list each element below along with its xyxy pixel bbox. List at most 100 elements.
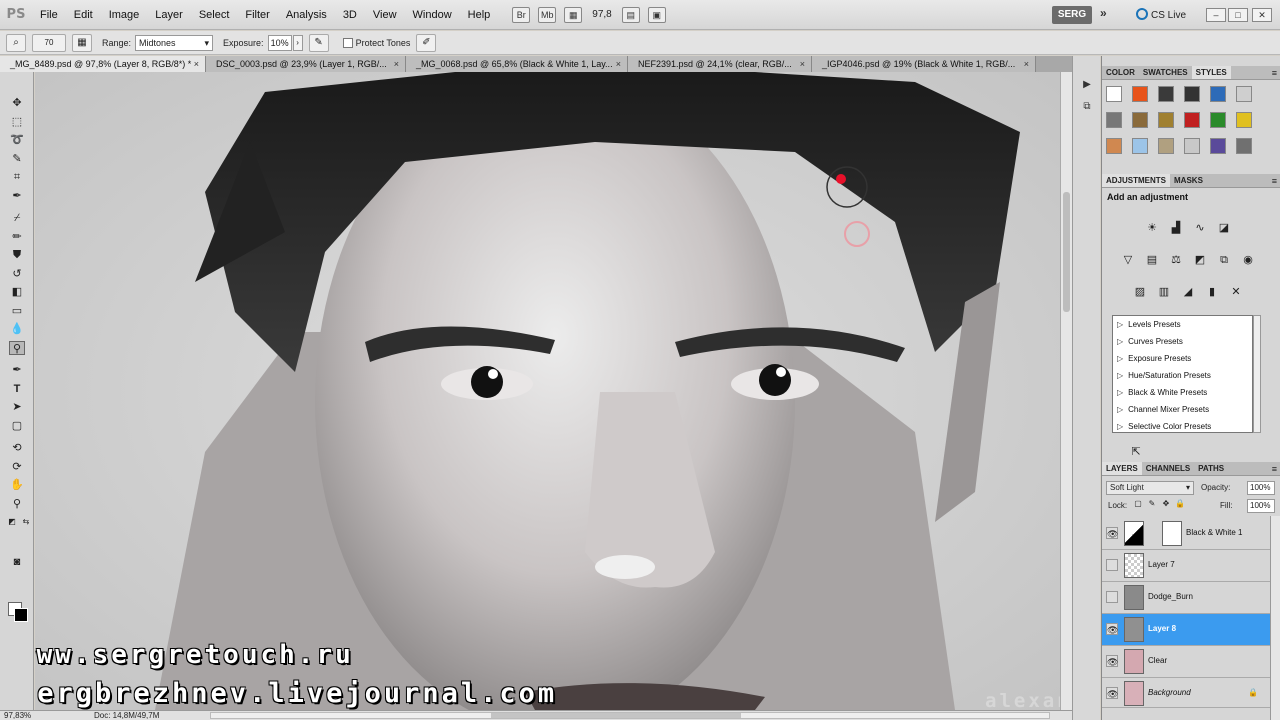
visibility-eye-icon[interactable] (1106, 591, 1118, 603)
document-tab[interactable]: _IGP4046.psd @ 19% (Black & White 1, RGB… (812, 56, 1036, 72)
range-select[interactable]: Midtones (135, 34, 214, 51)
pen-tool-icon[interactable]: ✒ (9, 363, 25, 377)
layer-row[interactable]: 👁 Clear (1102, 646, 1270, 678)
layers-scrollbar[interactable] (1270, 516, 1280, 720)
document-tab[interactable]: _MG_0068.psd @ 65,8% (Black & White 1, L… (406, 56, 628, 72)
visibility-eye-icon[interactable] (1106, 559, 1118, 571)
return-to-list-icon[interactable]: ⇱ (1128, 444, 1144, 460)
opacity-input[interactable]: 100% (1247, 481, 1275, 495)
brush-panel-icon[interactable]: ▦ (72, 33, 92, 52)
arrange-documents-icon[interactable]: ▤ (621, 6, 640, 23)
minibridge-icon[interactable]: Mb (538, 6, 557, 23)
invert-icon[interactable]: ▨ (1132, 284, 1148, 300)
dodge-tool-icon[interactable]: ⚲ (9, 341, 25, 355)
maximize-button[interactable]: □ (1228, 8, 1248, 22)
visibility-eye-icon[interactable]: 👁 (1106, 623, 1118, 635)
tab-adjustments[interactable]: ADJUSTMENTS (1102, 174, 1171, 187)
actions-panel-icon[interactable]: ⧉ (1079, 100, 1095, 114)
style-swatch[interactable] (1236, 138, 1252, 154)
close-tab-icon[interactable]: × (1024, 56, 1029, 72)
preset-channel-mixer[interactable]: Channel Mixer Presets (1117, 405, 1209, 414)
path-selection-tool-icon[interactable]: ➤ (9, 400, 25, 414)
preset-levels[interactable]: Levels Presets (1117, 320, 1180, 329)
tab-masks[interactable]: MASKS (1170, 174, 1207, 187)
photo-filter-icon[interactable]: ⧉ (1216, 252, 1232, 268)
gradient-tool-icon[interactable]: ▭ (9, 304, 25, 318)
panel-menu-icon[interactable]: ≡ (1272, 66, 1277, 80)
menu-image[interactable]: Image (101, 0, 148, 30)
document-tab[interactable]: NEF2391.psd @ 24,1% (clear, RGB/... × (628, 56, 812, 72)
pressure-size-icon[interactable]: ✐ (416, 33, 437, 52)
history-panel-icon[interactable]: ▶ (1079, 78, 1095, 92)
hand-tool-icon[interactable]: ✋ (9, 478, 25, 492)
tab-color[interactable]: COLOR (1102, 66, 1139, 79)
menu-select[interactable]: Select (191, 0, 238, 30)
visibility-eye-icon[interactable]: 👁 (1106, 687, 1118, 699)
menu-3d[interactable]: 3D (335, 0, 365, 30)
foreground-color-swatch[interactable] (14, 608, 28, 622)
style-swatch[interactable] (1106, 112, 1122, 128)
style-swatch[interactable] (1184, 112, 1200, 128)
black-white-icon[interactable]: ◩ (1192, 252, 1208, 268)
marquee-tool-icon[interactable]: ⬚ (9, 115, 25, 129)
posterize-icon[interactable]: ▥ (1156, 284, 1172, 300)
style-swatch[interactable] (1158, 138, 1174, 154)
3d-rotate-tool-icon[interactable]: ⟲ (9, 441, 25, 455)
lock-pixels-icon[interactable]: ✎ (1147, 499, 1157, 509)
layer-row[interactable]: 👁 Black & White 1 (1102, 518, 1270, 550)
more-workspaces-icon[interactable]: » (1100, 6, 1107, 20)
hue-saturation-icon[interactable]: ▤ (1144, 252, 1160, 268)
preset-exposure[interactable]: Exposure Presets (1117, 354, 1191, 363)
scrollbar-thumb[interactable] (1063, 192, 1070, 312)
style-swatch[interactable] (1132, 112, 1148, 128)
blend-mode-select[interactable]: Soft Light (1106, 481, 1194, 495)
status-doc-info[interactable]: Doc: 14,8M/49,7M (94, 711, 159, 720)
exposure-icon[interactable]: ◪ (1216, 220, 1232, 236)
airbrush-icon[interactable]: ✎ (308, 33, 329, 52)
brightness-contrast-icon[interactable]: ☀ (1144, 220, 1160, 236)
3d-orbit-tool-icon[interactable]: ⟳ (9, 460, 25, 474)
vibrance-icon[interactable]: ▽ (1120, 252, 1136, 268)
tab-channels[interactable]: CHANNELS (1142, 462, 1194, 475)
close-tab-icon[interactable]: × (800, 56, 805, 72)
menu-layer[interactable]: Layer (147, 0, 191, 30)
close-tab-icon[interactable]: × (394, 56, 399, 72)
style-swatch[interactable] (1184, 138, 1200, 154)
tab-layers[interactable]: LAYERS (1102, 462, 1142, 475)
blur-tool-icon[interactable]: 💧 (9, 322, 25, 336)
style-swatch[interactable] (1210, 138, 1226, 154)
layer-row[interactable]: 👁 Background 🔒 (1102, 678, 1270, 708)
gradient-map-icon[interactable]: ▮ (1204, 284, 1220, 300)
style-swatch[interactable] (1210, 86, 1226, 102)
style-swatch[interactable] (1236, 112, 1252, 128)
visibility-eye-icon[interactable]: 👁 (1106, 527, 1118, 539)
tab-styles[interactable]: STYLES (1191, 66, 1231, 79)
menu-window[interactable]: Window (405, 0, 460, 30)
eyedropper-tool-icon[interactable]: ✒ (9, 189, 25, 203)
lock-position-icon[interactable]: ✥ (1161, 499, 1171, 509)
tab-paths[interactable]: PATHS (1194, 462, 1228, 475)
protect-tones-checkbox[interactable] (342, 37, 353, 48)
panel-menu-icon[interactable]: ≡ (1272, 174, 1277, 188)
curves-icon[interactable]: ∿ (1192, 220, 1208, 236)
document-canvas[interactable]: www.sergretouch.ru sergbrezhnev.livejour… (35, 72, 1060, 710)
style-swatch[interactable] (1158, 112, 1174, 128)
clone-stamp-tool-icon[interactable]: ⛊ (9, 248, 25, 262)
layer-mask-thumbnail[interactable] (1162, 521, 1182, 546)
history-brush-tool-icon[interactable]: ↺ (9, 267, 25, 281)
menu-view[interactable]: View (365, 0, 405, 30)
color-balance-icon[interactable]: ⚖ (1168, 252, 1184, 268)
view-extras-icon[interactable]: ▦ (564, 6, 583, 23)
preset-curves[interactable]: Curves Presets (1117, 337, 1183, 346)
channel-mixer-icon[interactable]: ◉ (1240, 252, 1256, 268)
type-tool-icon[interactable]: T (9, 382, 25, 396)
lasso-tool-icon[interactable]: ➰ (9, 133, 25, 147)
document-tab[interactable]: DSC_0003.psd @ 23,9% (Layer 1, RGB/... × (206, 56, 406, 72)
layer-name[interactable]: Layer 7 (1148, 560, 1175, 569)
presets-scrollbar[interactable] (1253, 315, 1261, 433)
close-tab-icon[interactable]: × (194, 56, 199, 72)
menu-file[interactable]: File (32, 0, 66, 30)
style-swatch[interactable] (1106, 138, 1122, 154)
close-button[interactable]: ✕ (1252, 8, 1272, 22)
layer-name[interactable]: Clear (1148, 656, 1167, 665)
